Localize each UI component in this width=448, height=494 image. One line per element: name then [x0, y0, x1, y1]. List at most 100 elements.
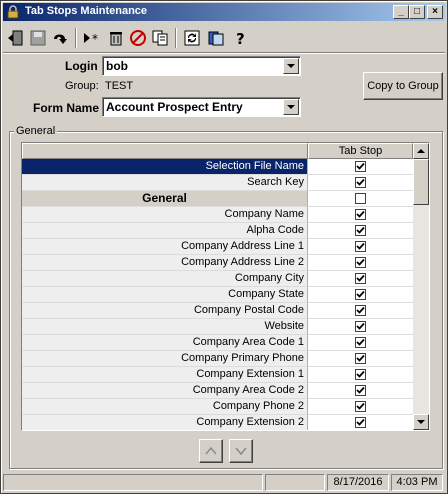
- table-row[interactable]: Company Area Code 2: [22, 383, 413, 399]
- form-name-dropdown-arrow[interactable]: [283, 99, 299, 115]
- field-name-cell[interactable]: Search Key: [22, 175, 308, 191]
- tab-stop-cell[interactable]: [308, 287, 413, 303]
- table-row[interactable]: Selection File Name: [22, 159, 413, 175]
- list-button[interactable]: [205, 27, 227, 49]
- vertical-scrollbar[interactable]: [413, 143, 429, 430]
- field-name-cell[interactable]: Company Address Line 1: [22, 239, 308, 255]
- new-record-button[interactable]: *: [81, 27, 103, 49]
- tab-stop-cell[interactable]: [308, 383, 413, 399]
- tab-stop-checkbox[interactable]: [355, 273, 366, 284]
- tab-stop-cell[interactable]: [308, 239, 413, 255]
- tab-stop-cell[interactable]: [308, 335, 413, 351]
- help-button[interactable]: ?: [229, 27, 251, 49]
- tab-stop-checkbox[interactable]: [355, 305, 366, 316]
- copy-button[interactable]: [149, 27, 171, 49]
- scroll-thumb[interactable]: [413, 159, 429, 205]
- copy-to-group-button[interactable]: Copy to Group: [363, 72, 443, 100]
- move-up-button[interactable]: [199, 439, 223, 463]
- table-row[interactable]: Company Name: [22, 207, 413, 223]
- tab-stop-cell[interactable]: [308, 399, 413, 415]
- table-row[interactable]: Company State: [22, 287, 413, 303]
- tab-stop-cell[interactable]: [308, 351, 413, 367]
- checkmark-icon: [356, 210, 365, 218]
- field-name-cell[interactable]: General: [22, 191, 308, 207]
- field-name-cell[interactable]: Company Primary Phone: [22, 351, 308, 367]
- field-name-cell[interactable]: Company State: [22, 287, 308, 303]
- table-row[interactable]: Company Address Line 1: [22, 239, 413, 255]
- tab-stop-checkbox[interactable]: [355, 337, 366, 348]
- tab-stop-checkbox[interactable]: [355, 177, 366, 188]
- table-row[interactable]: Search Key: [22, 175, 413, 191]
- field-name-cell[interactable]: Company City: [22, 271, 308, 287]
- field-name-cell[interactable]: Company Phone 2: [22, 399, 308, 415]
- delete-button[interactable]: [105, 27, 127, 49]
- tab-stop-cell[interactable]: [308, 175, 413, 191]
- table-row[interactable]: Company Address Line 2: [22, 255, 413, 271]
- tab-stop-checkbox[interactable]: [355, 385, 366, 396]
- tab-stop-checkbox[interactable]: [355, 353, 366, 364]
- tab-stop-checkbox[interactable]: [355, 289, 366, 300]
- tab-stop-checkbox[interactable]: [355, 209, 366, 220]
- table-row[interactable]: Alpha Code: [22, 223, 413, 239]
- form-name-combo[interactable]: Account Prospect Entry: [102, 97, 301, 117]
- table-row[interactable]: Company Extension 1: [22, 367, 413, 383]
- tab-stop-checkbox[interactable]: [355, 241, 366, 252]
- table-row[interactable]: Company Area Code 1: [22, 335, 413, 351]
- save-button[interactable]: [27, 27, 49, 49]
- tab-stop-cell[interactable]: [308, 207, 413, 223]
- scroll-up-button[interactable]: [413, 143, 429, 159]
- login-combo[interactable]: bob: [102, 56, 301, 76]
- grid-section-row[interactable]: General: [22, 191, 413, 207]
- table-row[interactable]: Company Extension 2: [22, 415, 413, 430]
- table-row[interactable]: Company Postal Code: [22, 303, 413, 319]
- minimize-button[interactable]: _: [393, 5, 409, 19]
- tab-stop-cell[interactable]: [308, 191, 413, 207]
- tab-stop-cell[interactable]: [308, 271, 413, 287]
- tab-stop-cell[interactable]: [308, 415, 413, 430]
- field-name-cell[interactable]: Selection File Name: [22, 159, 308, 175]
- field-name-cell[interactable]: Company Extension 2: [22, 415, 308, 430]
- save-icon: [30, 30, 46, 46]
- tab-stop-checkbox[interactable]: [355, 369, 366, 380]
- title-bar[interactable]: Tab Stops Maintenance _ □ ×: [3, 3, 445, 21]
- tab-stop-cell[interactable]: [308, 255, 413, 271]
- tab-stop-cell[interactable]: [308, 223, 413, 239]
- cancel-button[interactable]: [127, 27, 149, 49]
- move-down-button[interactable]: [229, 439, 253, 463]
- login-label: Login: [65, 59, 98, 73]
- table-row[interactable]: Company Primary Phone: [22, 351, 413, 367]
- tab-stop-checkbox[interactable]: [355, 257, 366, 268]
- close-button[interactable]: ×: [427, 5, 443, 19]
- table-row[interactable]: Website: [22, 319, 413, 335]
- tab-stop-checkbox[interactable]: [355, 401, 366, 412]
- table-row[interactable]: Company City: [22, 271, 413, 287]
- field-name-cell[interactable]: Company Name: [22, 207, 308, 223]
- tab-stop-cell[interactable]: [308, 319, 413, 335]
- field-name-cell[interactable]: Company Area Code 1: [22, 335, 308, 351]
- tab-stop-cell[interactable]: [308, 159, 413, 175]
- field-name-cell[interactable]: Website: [22, 319, 308, 335]
- scroll-down-button[interactable]: [413, 414, 429, 430]
- field-name-cell[interactable]: Company Area Code 2: [22, 383, 308, 399]
- undo-button[interactable]: [49, 27, 71, 49]
- tab-stop-column-header[interactable]: Tab Stop: [308, 143, 413, 159]
- tab-stop-checkbox[interactable]: [355, 193, 366, 204]
- maximize-button[interactable]: □: [409, 5, 425, 19]
- tab-stop-cell[interactable]: [308, 367, 413, 383]
- refresh-button[interactable]: [181, 27, 203, 49]
- field-name-cell[interactable]: Alpha Code: [22, 223, 308, 239]
- field-name-cell[interactable]: Company Address Line 2: [22, 255, 308, 271]
- tab-stop-checkbox[interactable]: [355, 225, 366, 236]
- exit-button[interactable]: [5, 27, 27, 49]
- tab-stop-checkbox[interactable]: [355, 161, 366, 172]
- tab-stop-checkbox[interactable]: [355, 321, 366, 332]
- field-name-cell[interactable]: Company Postal Code: [22, 303, 308, 319]
- tab-stop-checkbox[interactable]: [355, 417, 366, 428]
- move-down-arrow-icon: [235, 447, 247, 456]
- status-panel-message: [3, 474, 263, 491]
- field-name-cell[interactable]: Company Extension 1: [22, 367, 308, 383]
- checkmark-icon: [356, 418, 365, 426]
- table-row[interactable]: Company Phone 2: [22, 399, 413, 415]
- tab-stop-cell[interactable]: [308, 303, 413, 319]
- login-dropdown-arrow[interactable]: [283, 58, 299, 74]
